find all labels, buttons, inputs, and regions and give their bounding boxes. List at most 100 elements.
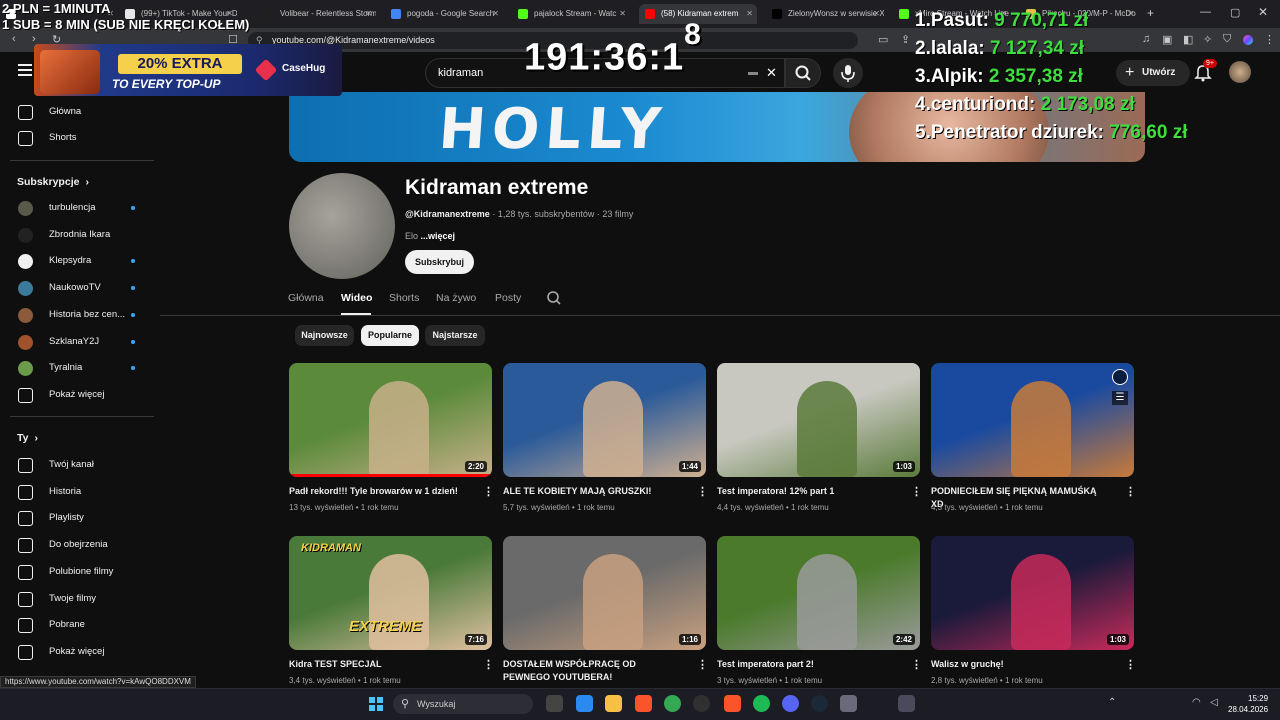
brave-icon[interactable] xyxy=(635,695,652,712)
video-thumbnail[interactable]: 1:16 xyxy=(503,536,706,650)
discord-icon[interactable] xyxy=(782,695,799,712)
sidebar-item[interactable]: Twoje filmy xyxy=(0,586,155,612)
sidebar-item[interactable]: Polubione filmy xyxy=(0,559,155,585)
sidebar-item[interactable]: turbulencja xyxy=(0,195,155,221)
tray-chevron-icon[interactable]: ⌃ xyxy=(1108,697,1116,708)
tray-volume-icon[interactable]: ◁ xyxy=(1210,697,1218,708)
sidebar-item[interactable]: Pokaż więcej xyxy=(0,639,155,665)
sidebar-item[interactable]: Playlisty xyxy=(0,505,155,531)
tab-live[interactable]: Na żywo xyxy=(436,292,476,304)
sidebar-item[interactable]: NaukowoTV xyxy=(0,275,155,301)
video-title[interactable]: Test imperatora part 2! xyxy=(717,658,897,671)
sidebar-item[interactable]: Pobrane xyxy=(0,612,155,638)
subscribe-button[interactable]: Subskrybuj xyxy=(405,250,474,274)
minimize-icon[interactable]: — xyxy=(1200,6,1211,18)
tab-videos[interactable]: Wideo xyxy=(341,292,372,304)
notifications-button[interactable]: 9+ xyxy=(1193,59,1217,82)
video-thumbnail[interactable]: ☰ xyxy=(931,363,1134,477)
sidebar-item[interactable]: Historia bez cen... xyxy=(0,302,155,328)
search-button[interactable] xyxy=(785,58,821,88)
share-icon[interactable]: ⇪ xyxy=(901,33,910,46)
channel-desc-more[interactable]: ...więcej xyxy=(421,231,456,241)
channel-description[interactable]: Elo ...więcej xyxy=(405,231,455,241)
browser-menu-icon[interactable]: ⋮ xyxy=(1264,33,1275,46)
video-menu-icon[interactable]: ⋮ xyxy=(1125,658,1136,671)
channel-avatar[interactable] xyxy=(289,173,395,279)
close-window-icon[interactable]: ✕ xyxy=(1258,5,1268,19)
task-view-icon[interactable] xyxy=(546,695,563,712)
keyboard-icon[interactable]: ▬ xyxy=(748,59,758,87)
video-thumbnail[interactable]: 1:03 xyxy=(717,363,920,477)
sidebar-item[interactable]: Twój kanał xyxy=(0,452,155,478)
video-title[interactable]: DOSTAŁEM WSPÓŁPRACĘ OD PEWNEGO YOUTUBERA… xyxy=(503,658,683,684)
extension-sparkle-icon[interactable]: ✧ xyxy=(1203,33,1212,46)
sidebar-item[interactable]: Główna xyxy=(0,99,155,125)
close-tab-icon[interactable]: ✕ xyxy=(492,4,499,24)
file-explorer-icon[interactable] xyxy=(605,695,622,712)
watch-later-icon[interactable] xyxy=(1112,369,1128,385)
channel-search-button[interactable] xyxy=(546,290,562,311)
video-title[interactable]: Padł rekord!!! Tyle browarów w 1 dzień! xyxy=(289,485,469,498)
sidebar-item[interactable]: Do obejrzenia xyxy=(0,532,155,558)
taskbar-clock[interactable]: 15:29 28.04.2026 xyxy=(1228,693,1268,715)
you-heading[interactable]: Ty › xyxy=(17,432,38,444)
forward-icon[interactable]: › xyxy=(32,33,36,45)
shield-icon[interactable]: ⛉ xyxy=(1223,33,1231,46)
video-thumbnail[interactable]: 2:20 xyxy=(289,363,492,477)
video-menu-icon[interactable]: ⋮ xyxy=(911,485,922,498)
video-menu-icon[interactable]: ⋮ xyxy=(483,485,494,498)
voice-search-button[interactable] xyxy=(833,58,863,88)
browser-tab[interactable]: Volibear - Relentless Storm ✕ xyxy=(258,4,376,24)
video-title[interactable]: Kidra TEST SPECJAL xyxy=(289,658,469,671)
close-tab-icon[interactable]: ✕ xyxy=(873,4,880,24)
clear-search-icon[interactable]: ✕ xyxy=(766,59,777,87)
cast-icon[interactable]: ▭ xyxy=(878,33,888,46)
subscriptions-heading[interactable]: Subskrypcje › xyxy=(17,176,89,188)
settings-icon[interactable] xyxy=(840,695,857,712)
taskbar-search[interactable]: ⚲ Wyszukaj xyxy=(393,694,533,714)
maximize-icon[interactable]: ▢ xyxy=(1230,6,1240,19)
video-thumbnail[interactable]: 1:03 xyxy=(931,536,1134,650)
hamburger-menu-icon[interactable] xyxy=(18,64,32,76)
obs-icon[interactable] xyxy=(693,695,710,712)
browser-tab[interactable]: pogoda - Google Search ✕ xyxy=(385,4,503,24)
channel-handle[interactable]: @Kidramanextreme xyxy=(405,209,490,219)
video-menu-icon[interactable]: ⋮ xyxy=(697,485,708,498)
extension-colorful-icon[interactable] xyxy=(1243,35,1253,45)
calculator-icon[interactable] xyxy=(898,695,915,712)
video-title[interactable]: Test imperatora! 12% part 1 xyxy=(717,485,897,498)
sidebar-item[interactable]: Pokaż więcej xyxy=(0,382,155,408)
video-menu-icon[interactable]: ⋮ xyxy=(911,658,922,671)
windows-start-icon[interactable] xyxy=(369,697,383,711)
spotify-icon[interactable] xyxy=(753,695,770,712)
tab-home[interactable]: Główna xyxy=(288,292,324,304)
brave-active-icon[interactable] xyxy=(724,695,741,712)
tab-posts[interactable]: Posty xyxy=(495,292,521,304)
sidebar-item[interactable]: Zbrodnia Ikara xyxy=(0,222,155,248)
video-menu-icon[interactable]: ⋮ xyxy=(483,658,494,671)
video-menu-icon[interactable]: ⋮ xyxy=(697,658,708,671)
copilot-icon[interactable] xyxy=(576,695,593,712)
close-tab-icon[interactable]: ✕ xyxy=(619,4,626,24)
sidebar-item[interactable]: Tyralnia xyxy=(0,355,155,381)
video-thumbnail[interactable]: 2:42 xyxy=(717,536,920,650)
sidebar-item[interactable]: SzklanaY2J xyxy=(0,329,155,355)
chrome-icon[interactable] xyxy=(664,695,681,712)
tray-network-icon[interactable]: ◠ xyxy=(1192,697,1201,708)
browser-tab[interactable]: ZielonyWonsz w serwisie X ✕ xyxy=(766,4,884,24)
steam-icon[interactable] xyxy=(811,695,828,712)
chip-popular[interactable]: Popularne xyxy=(361,325,419,346)
add-to-queue-icon[interactable]: ☰ xyxy=(1112,391,1128,405)
video-thumbnail[interactable]: KIDRAMAN EXTREME 7:16 xyxy=(289,536,492,650)
video-title[interactable]: Walisz w gruchę! xyxy=(931,658,1111,671)
close-tab-icon[interactable]: ✕ xyxy=(746,4,753,24)
close-tab-icon[interactable]: ✕ xyxy=(365,4,372,24)
chip-oldest[interactable]: Najstarsze xyxy=(425,325,485,346)
sidebar-item[interactable]: Klepsydra xyxy=(0,248,155,274)
back-icon[interactable]: ‹ xyxy=(12,33,16,45)
sidebar-item[interactable]: Shorts xyxy=(0,125,155,151)
tab-shorts[interactable]: Shorts xyxy=(389,292,419,304)
chip-newest[interactable]: Najnowsze xyxy=(295,325,354,346)
browser-tab[interactable]: pajalock Stream - Watc ✕ xyxy=(512,4,630,24)
video-menu-icon[interactable]: ⋮ xyxy=(1125,485,1136,498)
